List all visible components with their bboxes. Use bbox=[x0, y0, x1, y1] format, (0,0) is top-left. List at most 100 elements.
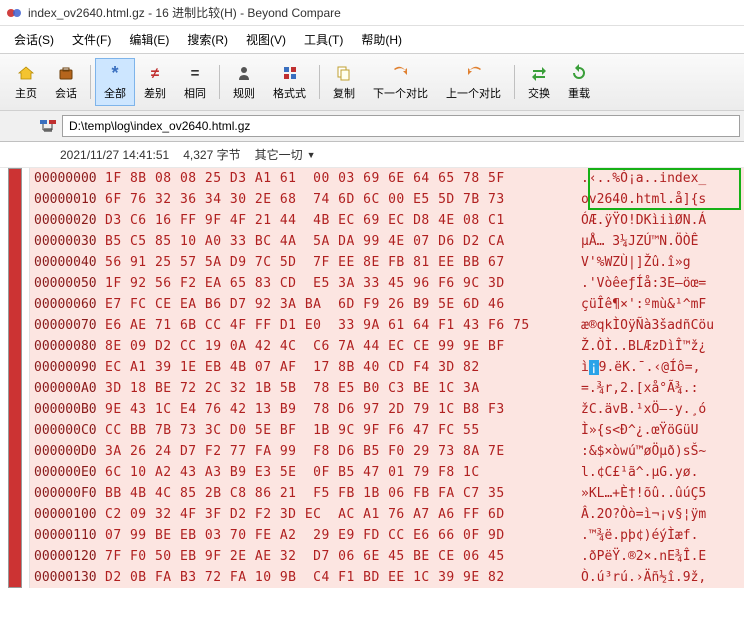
session-button[interactable]: 会话 bbox=[46, 58, 86, 106]
format-button[interactable]: 格式式 bbox=[264, 58, 315, 106]
hex-bytes[interactable]: 6F 76 32 36 34 30 2E 68 74 6D 6C 00 E5 5… bbox=[105, 189, 575, 210]
home-button[interactable]: 主页 bbox=[6, 58, 46, 106]
toolbar-separator bbox=[319, 65, 320, 99]
rules-button[interactable]: 规则 bbox=[224, 58, 264, 106]
hex-bytes[interactable]: BB 4B 4C 85 2B C8 86 21 F5 FB 1B 06 FB F… bbox=[105, 483, 575, 504]
hex-row[interactable]: 00000070E6 AE 71 6B CC 4F FF D1 E0 33 9A… bbox=[30, 315, 744, 336]
next-diff-button[interactable]: 下一个对比 bbox=[364, 58, 437, 106]
hex-row[interactable]: 00000020D3 C6 16 FF 9F 4F 21 44 4B EC 69… bbox=[30, 210, 744, 231]
hex-offset: 00000060 bbox=[30, 294, 105, 315]
reload-label: 重载 bbox=[568, 85, 590, 101]
hex-ascii[interactable]: çüÎê¶×':ºmù&¹^mF bbox=[575, 294, 706, 315]
swap-icon bbox=[529, 63, 549, 83]
prev-diff-button[interactable]: 上一个对比 bbox=[437, 58, 510, 106]
hex-bytes[interactable]: 8E 09 D2 CC 19 0A 42 4C C6 7A 44 EC CE 9… bbox=[105, 336, 575, 357]
filter-dropdown[interactable]: 其它一切▼ bbox=[255, 146, 316, 163]
hex-ascii[interactable]: ÓÆ.ÿŸO!DKìiìØN.Á bbox=[575, 210, 706, 231]
hex-ascii[interactable]: V'%WZÙ|]Žû.î»g bbox=[575, 252, 691, 273]
hex-ascii[interactable]: Ò.ú³rú.›Äñ½î.9ž‚ bbox=[575, 567, 706, 588]
hex-row[interactable]: 000000E06C 10 A2 43 A3 B9 E3 5E 0F B5 47… bbox=[30, 462, 744, 483]
hex-row[interactable]: 00000060E7 FC CE EA B6 D7 92 3A BA 6D F9… bbox=[30, 294, 744, 315]
hex-row[interactable]: 00000130D2 0B FA B3 72 FA 10 9B C4 F1 BD… bbox=[30, 567, 744, 588]
hex-row[interactable]: 000000001F 8B 08 08 25 D3 A1 61 00 03 69… bbox=[30, 168, 744, 189]
hex-bytes[interactable]: 56 91 25 57 5A D9 7C 5D 7F EE 8E FB 81 E… bbox=[105, 252, 575, 273]
app-icon bbox=[6, 5, 22, 21]
hex-bytes[interactable]: 6C 10 A2 43 A3 B9 E3 5E 0F B5 47 01 79 F… bbox=[105, 462, 575, 483]
diff-thumbnail-gutter[interactable] bbox=[0, 168, 30, 588]
hex-bytes[interactable]: 9E 43 1C E4 76 42 13 B9 78 D6 97 2D 79 1… bbox=[105, 399, 575, 420]
equal-icon: = bbox=[185, 63, 205, 83]
copy-button[interactable]: 复制 bbox=[324, 58, 364, 106]
menu-file[interactable]: 文件(F) bbox=[66, 28, 117, 51]
menu-view[interactable]: 视图(V) bbox=[240, 28, 292, 51]
hex-ascii[interactable]: :&$×òwú™øÖµð)sŠ~ bbox=[575, 441, 706, 462]
hex-ascii[interactable]: .‹..%Ó¡a..index_ bbox=[575, 168, 706, 189]
hex-ascii[interactable]: žC.ävB.¹xÖ—-y.¸ó bbox=[575, 399, 706, 420]
hex-ascii[interactable]: Ì»{s<Ð^¿.œŸöGüU bbox=[575, 420, 698, 441]
hex-row[interactable]: 000000501F 92 56 F2 EA 65 83 CD E5 3A 33… bbox=[30, 273, 744, 294]
hex-ascii[interactable]: =.¾r,2.[xå°Ã¾.: bbox=[575, 378, 698, 399]
same-button[interactable]: = 相同 bbox=[175, 58, 215, 106]
hex-ascii[interactable]: .'VòêeƒÍå:3E–öœ= bbox=[575, 273, 706, 294]
hex-row[interactable]: 000000808E 09 D2 CC 19 0A 42 4C C6 7A 44… bbox=[30, 336, 744, 357]
hex-bytes[interactable]: E6 AE 71 6B CC 4F FF D1 E0 33 9A 61 64 F… bbox=[105, 315, 575, 336]
menu-tools[interactable]: 工具(T) bbox=[298, 28, 349, 51]
menu-edit[interactable]: 编辑(E) bbox=[123, 28, 175, 51]
hex-row[interactable]: 00000100C2 09 32 4F 3F D2 F2 3D EC AC A1… bbox=[30, 504, 744, 525]
hex-view[interactable]: 000000001F 8B 08 08 25 D3 A1 61 00 03 69… bbox=[30, 168, 744, 588]
diff-button[interactable]: ≠ 差别 bbox=[135, 58, 175, 106]
hex-ascii[interactable]: »KL…+È†!õû..ûúÇ5 bbox=[575, 483, 706, 504]
main-area: 000000001F 8B 08 08 25 D3 A1 61 00 03 69… bbox=[0, 168, 744, 588]
hex-ascii[interactable]: µÅ… 3¼JZÚ™N.ÖÒÊ bbox=[575, 231, 698, 252]
hex-row[interactable]: 00000090EC A1 39 1E EB 4B 07 AF 17 8B 40… bbox=[30, 357, 744, 378]
hex-row[interactable]: 000000A03D 18 BE 72 2C 32 1B 5B 78 E5 B0… bbox=[30, 378, 744, 399]
hex-ascii[interactable]: æ®qkÌOÿÑà3šadñCöu bbox=[575, 315, 714, 336]
hex-offset: 00000020 bbox=[30, 210, 105, 231]
hex-bytes[interactable]: C2 09 32 4F 3F D2 F2 3D EC AC A1 76 A7 A… bbox=[105, 504, 575, 525]
grid-icon bbox=[280, 63, 300, 83]
hex-row[interactable]: 00000030B5 C5 85 10 A0 33 BC 4A 5A DA 99… bbox=[30, 231, 744, 252]
hex-row[interactable]: 000000D03A 26 24 D7 F2 77 FA 99 F8 D6 B5… bbox=[30, 441, 744, 462]
file-path-input[interactable]: D:\temp\log\index_ov2640.html.gz bbox=[62, 115, 740, 137]
hex-ascii[interactable]: ov2640.html.å]{s bbox=[575, 189, 706, 210]
hex-ascii[interactable]: Â.2O?Òò=ì¬¡v§¦ÿm bbox=[575, 504, 706, 525]
reload-button[interactable]: 重载 bbox=[559, 58, 599, 106]
hex-row[interactable]: 000000B09E 43 1C E4 76 42 13 B9 78 D6 97… bbox=[30, 399, 744, 420]
prev-diff-label: 上一个对比 bbox=[446, 85, 501, 101]
hex-ascii[interactable]: .ðPëŸ.®2×.nE¾Î.E bbox=[575, 546, 706, 567]
menu-session[interactable]: 会话(S) bbox=[8, 28, 60, 51]
toolbar-separator bbox=[90, 65, 91, 99]
hex-bytes[interactable]: 1F 92 56 F2 EA 65 83 CD E5 3A 33 45 96 F… bbox=[105, 273, 575, 294]
hex-offset: 000000D0 bbox=[30, 441, 105, 462]
hex-bytes[interactable]: 7F F0 50 EB 9F 2E AE 32 D7 06 6E 45 BE C… bbox=[105, 546, 575, 567]
hex-bytes[interactable]: E7 FC CE EA B6 D7 92 3A BA 6D F9 26 B9 5… bbox=[105, 294, 575, 315]
hex-offset: 00000080 bbox=[30, 336, 105, 357]
hex-bytes[interactable]: 1F 8B 08 08 25 D3 A1 61 00 03 69 6E 64 6… bbox=[105, 168, 575, 189]
menu-help[interactable]: 帮助(H) bbox=[355, 28, 408, 51]
hex-row[interactable]: 000001207F F0 50 EB 9F 2E AE 32 D7 06 6E… bbox=[30, 546, 744, 567]
hex-offset: 00000110 bbox=[30, 525, 105, 546]
hex-row[interactable]: 000000C0CC BB 7B 73 3C D0 5E BF 1B 9C 9F… bbox=[30, 420, 744, 441]
hex-ascii[interactable]: l.¢C£¹ã^.µG.yø. bbox=[575, 462, 698, 483]
hex-bytes[interactable]: 07 99 BE EB 03 70 FE A2 29 E9 FD CC E6 6… bbox=[105, 525, 575, 546]
hex-row[interactable]: 000000F0BB 4B 4C 85 2B C8 86 21 F5 FB 1B… bbox=[30, 483, 744, 504]
hex-row[interactable]: 000000106F 76 32 36 34 30 2E 68 74 6D 6C… bbox=[30, 189, 744, 210]
hex-bytes[interactable]: EC A1 39 1E EB 4B 07 AF 17 8B 40 CD F4 3… bbox=[105, 357, 575, 378]
hex-ascii[interactable]: .™¾ë.pþ¢)éýÌæf. bbox=[575, 525, 698, 546]
hex-row[interactable]: 0000004056 91 25 57 5A D9 7C 5D 7F EE 8E… bbox=[30, 252, 744, 273]
window-title: index_ov2640.html.gz - 16 进制比较(H) - Beyo… bbox=[28, 4, 341, 21]
file-size: 4,327 字节 bbox=[183, 146, 240, 163]
hex-bytes[interactable]: D3 C6 16 FF 9F 4F 21 44 4B EC 69 EC D8 4… bbox=[105, 210, 575, 231]
hex-bytes[interactable]: 3A 26 24 D7 F2 77 FA 99 F8 D6 B5 F0 29 7… bbox=[105, 441, 575, 462]
all-button[interactable]: * 全部 bbox=[95, 58, 135, 106]
file-tree-icon[interactable] bbox=[38, 116, 58, 136]
menu-search[interactable]: 搜索(R) bbox=[181, 28, 234, 51]
hex-ascii[interactable]: Ž.ÒÌ..BLÆzDìÎ™ž¿ bbox=[575, 336, 706, 357]
hex-ascii[interactable]: ì¡9.ëK.¯.‹@Íô=‚ bbox=[575, 357, 700, 378]
hex-bytes[interactable]: 3D 18 BE 72 2C 32 1B 5B 78 E5 B0 C3 BE 1… bbox=[105, 378, 575, 399]
hex-bytes[interactable]: B5 C5 85 10 A0 33 BC 4A 5A DA 99 4E 07 D… bbox=[105, 231, 575, 252]
hex-row[interactable]: 0000011007 99 BE EB 03 70 FE A2 29 E9 FD… bbox=[30, 525, 744, 546]
hex-bytes[interactable]: CC BB 7B 73 3C D0 5E BF 1B 9C 9F F6 47 F… bbox=[105, 420, 575, 441]
hex-bytes[interactable]: D2 0B FA B3 72 FA 10 9B C4 F1 BD EE 1C 3… bbox=[105, 567, 575, 588]
swap-button[interactable]: 交换 bbox=[519, 58, 559, 106]
